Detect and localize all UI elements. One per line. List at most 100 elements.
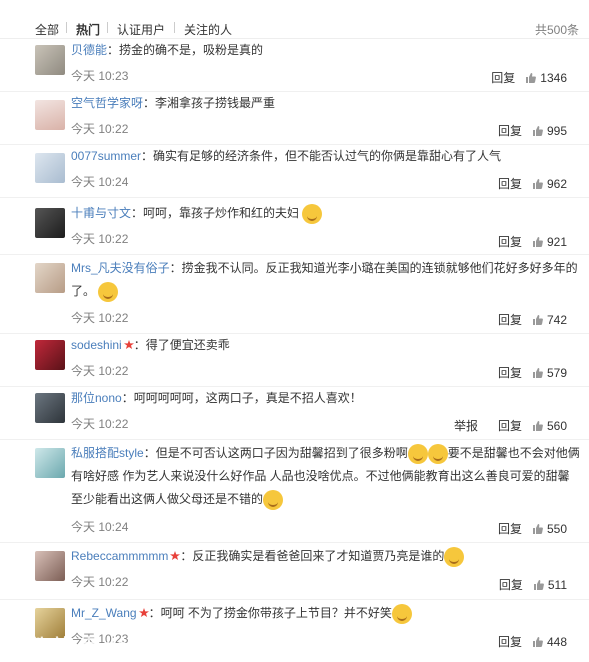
comment-text-line: 贝德能：捞金的确不是，吸粉是真的 [71, 39, 579, 62]
comment-time: 今天 10:22 [71, 575, 129, 589]
tab-divider [107, 22, 108, 33]
comment-row: 空气哲学家呀：李湘拿孩子捞钱最严重 今天 10:22 回复 995 [0, 92, 589, 145]
report-button[interactable]: 举报 [454, 417, 478, 434]
comment-body: ：呵呵呵呵呵，这两口子，真是不招人喜欢！ [121, 391, 362, 405]
thumbs-up-icon [532, 315, 543, 325]
reply-button[interactable]: 回复 [491, 69, 515, 86]
username-link[interactable]: 私服搭配style [71, 446, 144, 460]
cat-emoji-icon [98, 281, 119, 302]
reply-button[interactable]: 回复 [499, 576, 523, 593]
comment-row: 0077summer：确实有足够的经济条件，但不能否认过气的你俩是靠甜心有了人气… [0, 145, 589, 198]
comment-row: 十甫与寸文：呵呵，靠孩子炒作和红的夫妇 今天 10:22 回复 921 [0, 198, 589, 255]
thumbs-up-icon [532, 421, 543, 431]
comment-text-line: 十甫与寸文：呵呵，靠孩子炒作和红的夫妇 [71, 202, 579, 225]
comment-filter-tabs: 全部 热门 认证用户 关注的人 共500条 [0, 0, 589, 39]
comment-time: 今天 10:22 [71, 311, 129, 325]
avatar[interactable] [35, 263, 65, 293]
username-link[interactable]: 十甫与寸文 [71, 206, 131, 220]
comment-text-line: sodeshini ：得了便宜还卖乖 [71, 334, 579, 357]
tab-following[interactable]: 关注的人 [184, 21, 232, 38]
comment-actions: 回复 962 [478, 175, 567, 192]
thumbs-up-emoji-icon [427, 443, 448, 464]
comment-row: Rebeccammmmm ：反正我确实是看爸爸回来了才知道贾乃亮是谁的 今天 10… [0, 543, 589, 600]
thumbs-up-icon [533, 580, 544, 590]
comment-actions: 举报 回复 560 [434, 417, 567, 434]
avatar[interactable] [35, 448, 65, 478]
comment-body: ：李湘拿孩子捞钱最严重 [143, 96, 276, 110]
avatar[interactable] [35, 100, 65, 130]
comment-body: ：反正我确实是看爸爸回来了才知道贾乃亮是谁的 [180, 549, 445, 563]
like-count: 742 [546, 313, 567, 327]
reply-button[interactable]: 回复 [498, 633, 522, 650]
username-link[interactable]: 0077summer [71, 149, 141, 163]
thumbs-up-icon [532, 524, 543, 534]
like-count: 579 [546, 366, 567, 380]
thumbs-up-icon [532, 637, 543, 647]
comment-body: ：呵呵 不为了捞金你带孩子上节目？并不好笑 [148, 606, 392, 620]
like-count: 511 [547, 578, 567, 592]
like-button[interactable]: 962 [532, 177, 567, 191]
comment-body: ：呵呵，靠孩子炒作和红的夫妇 [131, 206, 300, 220]
thumbs-up-icon [532, 237, 543, 247]
comment-actions: 回复 579 [478, 364, 567, 381]
reply-button[interactable]: 回复 [498, 175, 522, 192]
tab-verified-users[interactable]: 认证用户 [117, 21, 165, 38]
comment-time: 今天 10:22 [71, 364, 129, 378]
like-button[interactable]: 511 [533, 578, 567, 592]
comment-row: Mrs_凡夫没有俗子：捞金我不认同。反正我知道光李小璐在美国的连锁就够他们花好多… [0, 255, 589, 334]
smirk-emoji-icon [302, 203, 323, 224]
reply-button[interactable]: 回复 [498, 520, 522, 537]
avatar[interactable] [35, 208, 65, 238]
comment-actions: 回复 1346 [471, 69, 567, 86]
like-button[interactable]: 579 [532, 366, 567, 380]
like-button[interactable]: 742 [532, 313, 567, 327]
reply-button[interactable]: 回复 [498, 233, 522, 250]
watermark: 深圳 站 点 www.szxxg.com [6, 636, 166, 656]
comment-body: ：确实有足够的经济条件，但不能否认过气的你俩是靠甜心有了人气 [141, 149, 502, 163]
thumbs-up-icon [526, 73, 537, 83]
comment-actions: 回复 550 [478, 520, 567, 537]
avatar[interactable] [35, 45, 65, 75]
username-link[interactable]: Mrs_凡夫没有俗子 [71, 261, 170, 275]
comment-row: sodeshini ：得了便宜还卖乖 今天 10:22 回复 579 [0, 334, 589, 387]
username-link[interactable]: 那位nono [71, 391, 122, 405]
avatar[interactable] [35, 340, 65, 370]
reply-button[interactable]: 回复 [498, 311, 522, 328]
reply-button[interactable]: 回复 [498, 122, 522, 139]
like-count: 560 [546, 419, 567, 433]
verified-star-badge-icon [170, 551, 181, 560]
username-link[interactable]: sodeshini [71, 338, 122, 352]
thumbs-up-icon [532, 179, 543, 189]
smile-emoji-icon [391, 603, 412, 624]
comment-text-line: Mr_Z_Wang ：呵呵 不为了捞金你带孩子上节目？并不好笑 [71, 602, 579, 625]
comment-row: 那位nono：呵呵呵呵呵，这两口子，真是不招人喜欢！ 今天 10:22 举报 回复… [0, 387, 589, 440]
avatar[interactable] [35, 153, 65, 183]
tab-all[interactable]: 全部 [35, 21, 59, 38]
username-link[interactable]: Rebeccammmmm [71, 549, 168, 563]
comment-time: 今天 10:24 [71, 175, 129, 189]
username-link[interactable]: Mr_Z_Wang [71, 606, 137, 620]
comment-text-line: 空气哲学家呀：李湘拿孩子捞钱最严重 [71, 92, 579, 115]
like-button[interactable]: 448 [532, 635, 567, 649]
like-button[interactable]: 550 [532, 522, 567, 536]
comment-body: ：捞金的确不是，吸粉是真的 [107, 43, 264, 57]
avatar[interactable] [35, 393, 65, 423]
smile-emoji-icon [263, 489, 284, 510]
comment-total-count: 共500条 [534, 23, 579, 37]
username-link[interactable]: 贝德能 [71, 43, 107, 57]
comment-time: 今天 10:22 [71, 417, 129, 431]
username-link[interactable]: 空气哲学家呀 [71, 96, 143, 110]
like-button[interactable]: 1346 [525, 71, 567, 85]
avatar[interactable] [35, 551, 65, 581]
comment-time: 今天 10:22 [71, 122, 129, 136]
reply-button[interactable]: 回复 [498, 417, 522, 434]
comment-text-line: 那位nono：呵呵呵呵呵，这两口子，真是不招人喜欢！ [71, 387, 579, 410]
comment-body: ：但是不可否认这两口子因为甜馨招到了很多粉啊 [143, 446, 408, 460]
tab-hot[interactable]: 热门 [76, 21, 100, 38]
like-button[interactable]: 560 [532, 419, 567, 433]
comment-text-line: Mrs_凡夫没有俗子：捞金我不认同。反正我知道光李小璐在美国的连锁就够他们花好多… [71, 257, 581, 303]
like-button[interactable]: 921 [532, 235, 567, 249]
like-button[interactable]: 995 [532, 124, 567, 138]
comment-actions: 回复 921 [478, 233, 567, 250]
reply-button[interactable]: 回复 [498, 364, 522, 381]
